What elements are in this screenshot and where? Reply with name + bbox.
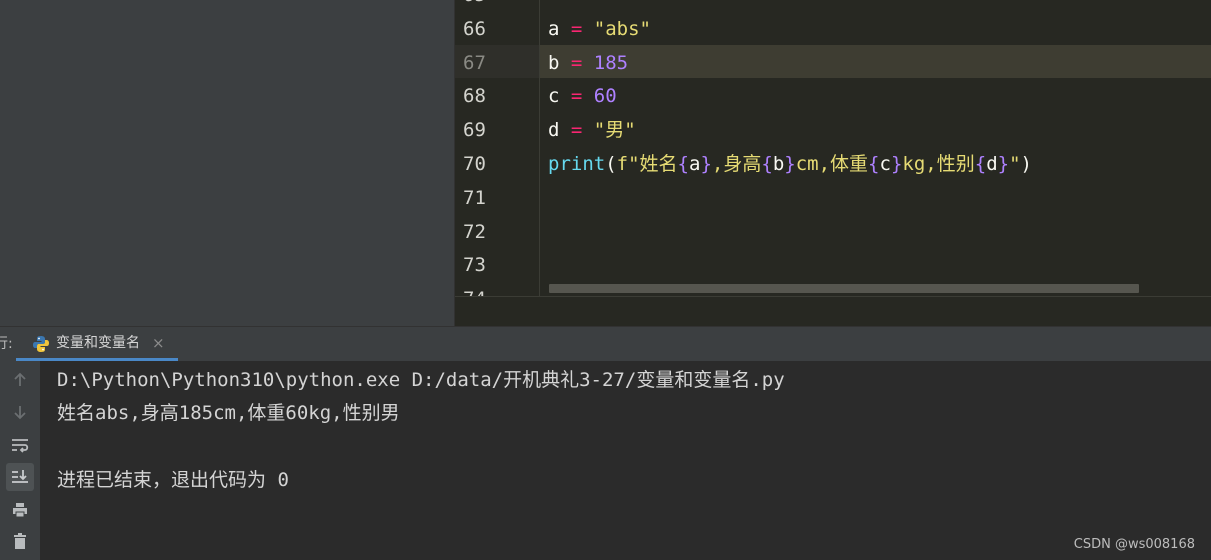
code-token: kg,性别 (902, 153, 975, 175)
code-line[interactable] (548, 248, 1211, 282)
print-icon[interactable] (6, 496, 34, 524)
code-token: "abs" (593, 18, 651, 40)
code-line[interactable] (548, 181, 1211, 215)
scroll-to-end-icon[interactable] (6, 463, 34, 491)
watermark: CSDN @ws008168 (1073, 537, 1195, 552)
line-number: 73 (463, 254, 486, 276)
console-output-line: 姓名abs,身高185cm,体重60kg,性别男 (57, 402, 400, 424)
code-line[interactable] (548, 0, 1211, 12)
code-token: = (570, 119, 583, 141)
code-token: ( (605, 153, 617, 175)
code-token: { (677, 153, 689, 175)
code-line[interactable]: a = "abs" (548, 12, 1211, 46)
close-icon[interactable]: × (152, 327, 165, 358)
python-icon (32, 335, 50, 353)
line-number: 69 (463, 119, 486, 141)
code-line[interactable]: c = 60 (548, 79, 1211, 113)
editor-footer (455, 296, 1211, 327)
code-token: c (879, 153, 891, 175)
run-tool-window-label: 行: (0, 336, 13, 352)
code-token: 185 (593, 52, 629, 74)
code-token: } (890, 153, 903, 175)
code-line[interactable]: b = 185 (548, 46, 1211, 80)
code-token: "男" (593, 119, 636, 141)
line-number: 66 (463, 18, 486, 40)
run-toolbar (0, 361, 40, 560)
line-number-gutter: 65 66 67 68 69 70 71 72 73 74 (455, 0, 540, 296)
code-token: { (761, 153, 773, 175)
line-number: 72 (463, 221, 486, 243)
code-area[interactable]: a = "abs" b = 185 c = 60 d = "男" print(f"姓名{… (540, 0, 1211, 296)
code-token: " (1009, 153, 1021, 175)
code-token: a (689, 153, 701, 175)
line-number: 70 (463, 153, 486, 175)
code-token: { (868, 153, 880, 175)
trash-icon[interactable] (6, 527, 34, 555)
run-tab-label: 变量和变量名 (56, 335, 140, 351)
run-tool-window-tabbar: 行: 变量和变量名 × (0, 326, 1211, 362)
arrow-up-icon[interactable] (6, 366, 34, 394)
code-token: } (784, 153, 796, 175)
code-token: f"姓名 (616, 153, 678, 175)
horizontal-scrollbar[interactable] (549, 284, 1139, 293)
code-token: = (570, 18, 583, 40)
line-number: 67 (463, 52, 486, 74)
code-token: b (548, 52, 571, 74)
code-token: b (772, 153, 785, 175)
code-token: ) (1020, 153, 1032, 175)
soft-wrap-icon[interactable] (6, 431, 34, 459)
console-command-line: D:\Python\Python310\python.exe D:/data/开… (57, 369, 785, 391)
code-token: = (570, 85, 583, 107)
code-editor[interactable]: 65666768697071727374 a = "abs"b = 185c =… (454, 0, 1211, 327)
code-token: } (997, 153, 1010, 175)
line-number: 71 (463, 187, 486, 209)
code-line[interactable] (548, 215, 1211, 249)
arrow-down-icon[interactable] (6, 398, 34, 426)
code-token: 60 (593, 85, 617, 107)
run-console[interactable]: D:\Python\Python310\python.exe D:/data/开… (40, 361, 1211, 560)
code-token: print (548, 153, 606, 175)
code-token: d (548, 119, 571, 141)
line-number: 68 (463, 85, 486, 107)
code-token: = (570, 52, 583, 74)
code-token: d (986, 153, 998, 175)
console-exit-line: 进程已结束，退出代码为 0 (57, 469, 289, 491)
project-pane (0, 0, 454, 326)
code-token: cm,体重 (795, 153, 869, 175)
code-token: ,身高 (711, 153, 762, 175)
code-token: { (974, 153, 987, 175)
run-tab[interactable]: 变量和变量名 × (16, 327, 178, 361)
code-line[interactable]: d = "男" (548, 113, 1211, 147)
code-token: a (548, 18, 571, 40)
code-token: c (548, 85, 571, 107)
line-number: 74 (463, 282, 486, 296)
code-line[interactable]: print(f"姓名{a},身高{b}cm,体重{c}kg,性别{d}") (548, 147, 1211, 181)
code-token: } (700, 153, 712, 175)
line-number: 65 (463, 0, 486, 12)
